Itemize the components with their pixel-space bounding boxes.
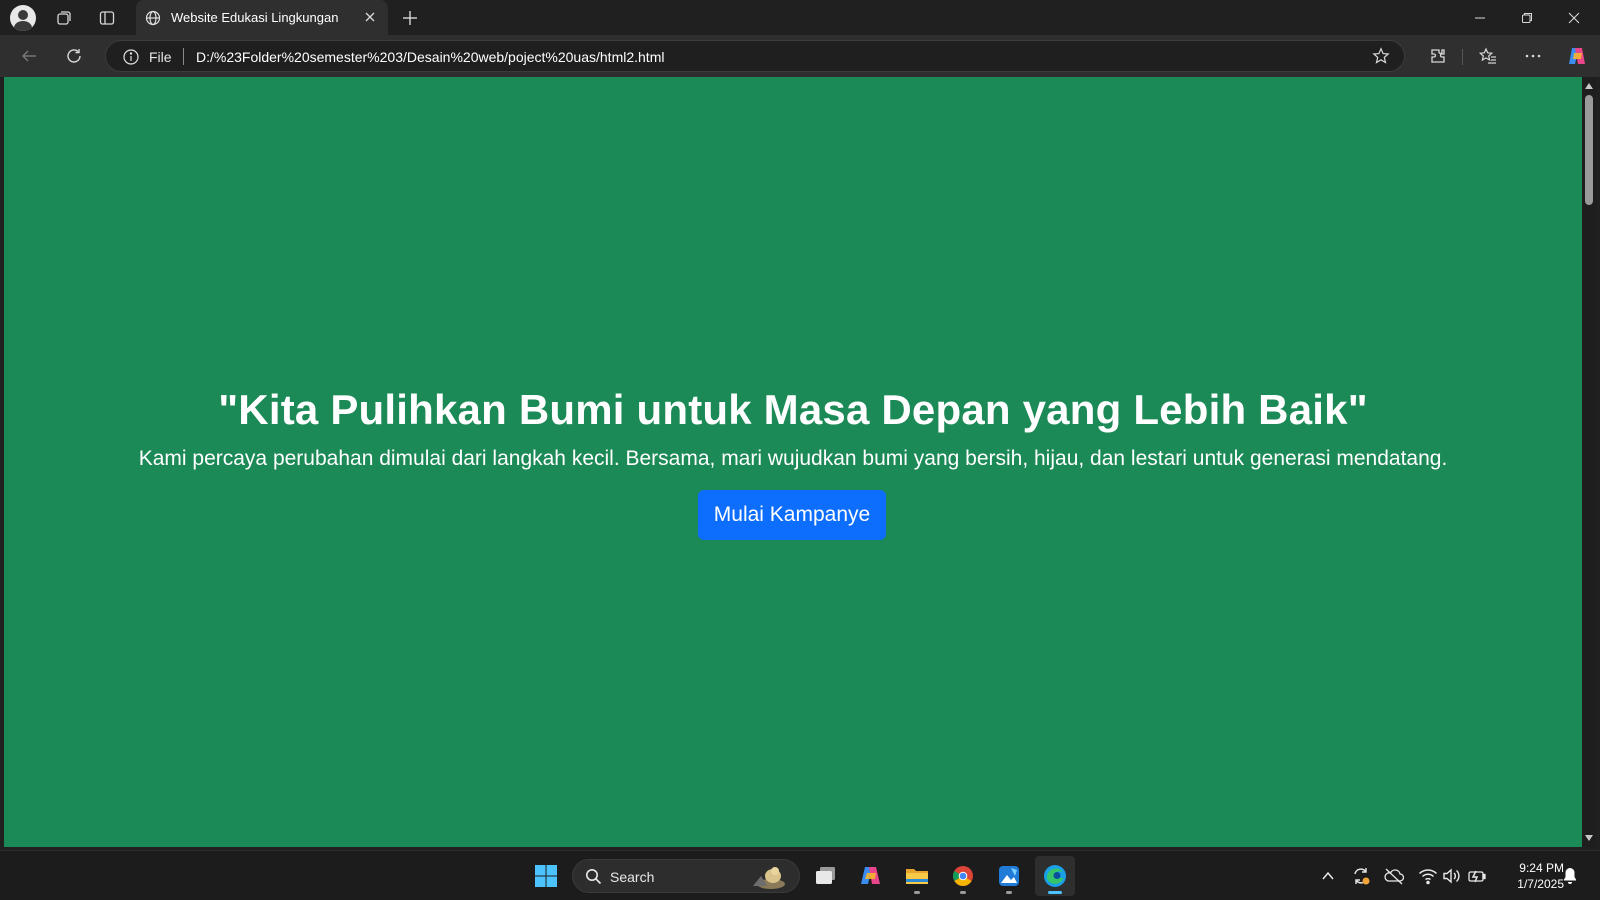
clock-date: 1/7/2025 xyxy=(1517,877,1564,891)
toolbar-divider xyxy=(1462,49,1463,65)
chrome-icon[interactable] xyxy=(943,856,983,896)
start-campaign-button[interactable]: Mulai Kampanye xyxy=(698,490,886,540)
globe-icon xyxy=(145,10,161,31)
copilot-icon[interactable] xyxy=(851,856,891,896)
tab-active[interactable]: Website Edukasi Lingkungan xyxy=(136,0,388,35)
edge-icon[interactable] xyxy=(1035,856,1075,896)
hero-headline: "Kita Pulihkan Bumi untuk Masa Depan yan… xyxy=(218,386,1368,433)
running-indicator xyxy=(960,891,966,894)
new-tab-icon[interactable] xyxy=(396,4,424,32)
copilot-sidebar-icon[interactable] xyxy=(1563,42,1591,70)
browser-toolbar: File D:/%23Folder%20semester%203/Desain%… xyxy=(0,35,1600,77)
wifi-icon[interactable] xyxy=(1416,864,1440,888)
url-text[interactable]: D:/%23Folder%20semester%203/Desain%20web… xyxy=(196,49,664,65)
photos-icon[interactable] xyxy=(989,856,1029,896)
window-frame-edge xyxy=(1596,77,1600,847)
close-tab-icon[interactable] xyxy=(362,9,378,25)
search-icon xyxy=(585,868,602,890)
scroll-down-arrow-icon[interactable] xyxy=(1584,833,1594,843)
minimize-icon[interactable] xyxy=(1457,0,1503,35)
favorites-icon[interactable] xyxy=(1474,42,1502,70)
search-highlight-icon xyxy=(749,864,787,895)
show-hidden-icons-chevron-icon[interactable] xyxy=(1316,864,1340,888)
volume-icon[interactable] xyxy=(1440,864,1464,888)
clock-time: 9:24 PM xyxy=(1519,861,1564,875)
profile-avatar-icon[interactable] xyxy=(10,5,36,31)
vertical-tabs-icon[interactable] xyxy=(93,4,121,32)
close-window-icon[interactable] xyxy=(1551,0,1597,35)
address-bar[interactable]: File D:/%23Folder%20semester%203/Desain%… xyxy=(105,40,1405,72)
favorite-star-icon[interactable] xyxy=(1372,47,1390,70)
windows-taskbar: Search 9:24 PM 1/7/2025 xyxy=(0,850,1600,900)
battery-charging-icon[interactable] xyxy=(1465,864,1489,888)
running-indicator xyxy=(914,891,920,894)
scrollbar-thumb[interactable] xyxy=(1585,95,1593,205)
address-separator xyxy=(183,48,184,65)
onedrive-offline-icon[interactable] xyxy=(1382,864,1406,888)
refresh-icon[interactable] xyxy=(60,42,88,70)
system-clock[interactable]: 9:24 PM 1/7/2025 xyxy=(1494,860,1564,892)
taskbar-search-box[interactable]: Search xyxy=(572,859,800,893)
search-placeholder: Search xyxy=(610,869,655,885)
extensions-icon[interactable] xyxy=(1424,42,1452,70)
running-indicator xyxy=(1006,891,1012,894)
restore-icon[interactable] xyxy=(1504,0,1550,35)
notification-bell-icon[interactable] xyxy=(1558,864,1582,888)
tab-strip: Website Edukasi Lingkungan xyxy=(0,0,1600,35)
hero-section: "Kita Pulihkan Bumi untuk Masa Depan yan… xyxy=(4,77,1582,847)
page-viewport: "Kita Pulihkan Bumi untuk Masa Depan yan… xyxy=(4,77,1582,847)
site-info-icon[interactable] xyxy=(122,48,140,71)
collections-icon[interactable] xyxy=(50,4,78,32)
scroll-up-arrow-icon[interactable] xyxy=(1584,81,1594,91)
scheme-label: File xyxy=(149,49,172,65)
file-explorer-icon[interactable] xyxy=(897,856,937,896)
windows-start-icon[interactable] xyxy=(526,856,566,896)
sync-update-icon[interactable] xyxy=(1349,864,1373,888)
page-scrollbar[interactable] xyxy=(1582,77,1596,847)
active-indicator xyxy=(1048,891,1062,894)
back-icon[interactable] xyxy=(15,42,43,70)
more-menu-icon[interactable] xyxy=(1519,42,1547,70)
tab-title: Website Edukasi Lingkungan xyxy=(171,10,339,25)
task-view-icon[interactable] xyxy=(806,856,846,896)
hero-subtext: Kami percaya perubahan dimulai dari lang… xyxy=(138,447,1448,470)
